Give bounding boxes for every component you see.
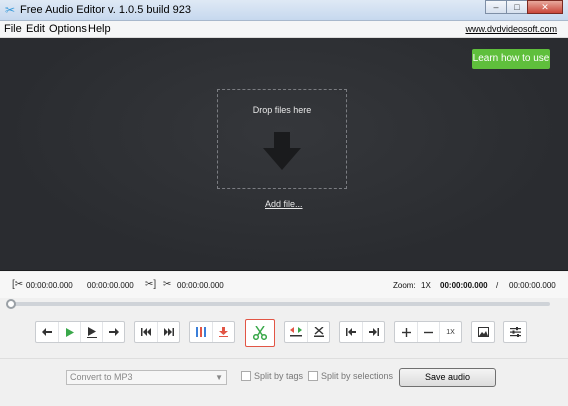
chevron-down-icon: ▼ [215, 373, 223, 382]
menu-edit[interactable]: Edit [26, 23, 45, 35]
timeline-info: [✂ 00:00:00.000 00:00:00.000 ✂] ✂ 00:00:… [0, 272, 568, 298]
current-time: 00:00:00.000 [440, 281, 488, 290]
play-selection-icon[interactable] [80, 322, 102, 342]
download-arrow-icon [263, 132, 301, 170]
play-icon[interactable] [58, 322, 80, 342]
selection-start-icon: [✂ [12, 279, 24, 290]
app-scissors-icon: ✂ [4, 3, 16, 17]
insert-silence-icon[interactable] [285, 322, 307, 342]
format-select[interactable]: Convert to MP3 ▼ [66, 370, 227, 385]
split-group [189, 321, 235, 343]
zoom-reset-icon[interactable]: 1X [439, 322, 461, 342]
skip-group [134, 321, 180, 343]
image-icon[interactable] [472, 322, 494, 342]
drop-files-text: Drop files here [252, 105, 312, 115]
checkbox-box[interactable] [308, 371, 318, 381]
playback-toolbar: 1X [0, 316, 568, 350]
window-title: Free Audio Editor v. 1.0.5 build 923 [20, 4, 192, 16]
menu-options[interactable]: Options [49, 23, 87, 35]
minimize-button[interactable]: – [485, 0, 507, 14]
delete-selection-icon[interactable] [307, 322, 329, 342]
total-time: 00:00:00.000 [509, 281, 556, 290]
cut-icon: ✂ [163, 279, 172, 290]
learn-how-to-use-button[interactable]: Learn how to use [472, 49, 550, 69]
split-by-tags-label: Split by tags [254, 371, 304, 381]
zoom-label: Zoom: [393, 281, 416, 290]
forward-icon[interactable] [102, 322, 124, 342]
split-by-tags-checkbox[interactable]: Split by tags [241, 371, 303, 381]
seek-handle[interactable] [6, 299, 16, 309]
split-by-selections-checkbox[interactable]: Split by selections [308, 371, 393, 381]
selection-end-time: 00:00:00.000 [87, 281, 134, 290]
edit-group [284, 321, 330, 343]
save-audio-button[interactable]: Save audio [399, 368, 496, 387]
settings-icon[interactable] [504, 322, 526, 342]
zoom-value: 1X [421, 281, 431, 290]
add-file-link[interactable]: Add file... [265, 199, 303, 209]
navigate-group [339, 321, 385, 343]
menu-help[interactable]: Help [88, 23, 111, 35]
format-select-value: Convert to MP3 [70, 372, 133, 382]
seek-bar[interactable] [12, 302, 550, 306]
title-bar: ✂ Free Audio Editor v. 1.0.5 build 923 –… [0, 0, 568, 21]
close-button[interactable]: ✕ [527, 0, 563, 14]
website-link[interactable]: www.dvdvideosoft.com [465, 24, 557, 34]
go-to-start-icon[interactable] [340, 322, 362, 342]
download-icon[interactable] [212, 322, 234, 342]
split-markers-icon[interactable] [190, 322, 212, 342]
cut-scissors-icon [253, 326, 267, 340]
zoom-out-icon[interactable] [417, 322, 439, 342]
playback-group [35, 321, 125, 343]
cut-button[interactable] [245, 319, 275, 347]
skip-end-icon[interactable] [157, 322, 179, 342]
maximize-button[interactable]: □ [506, 0, 528, 14]
zoom-group: 1X [394, 321, 462, 343]
settings-group [503, 321, 527, 343]
go-to-end-icon[interactable] [362, 322, 384, 342]
menu-bar: File Edit Options Help www.dvdvideosoft.… [0, 21, 568, 38]
rewind-icon[interactable] [36, 322, 58, 342]
selection-start-time: 00:00:00.000 [26, 281, 73, 290]
selection-end-icon: ✂] [145, 279, 157, 290]
menu-file[interactable]: File [4, 23, 22, 35]
window-controls: – □ ✕ [485, 0, 563, 14]
split-by-selections-label: Split by selections [321, 371, 394, 381]
checkbox-box[interactable] [241, 371, 251, 381]
drop-zone[interactable]: Drop files here [217, 89, 347, 189]
time-separator: / [496, 281, 499, 290]
cut-time: 00:00:00.000 [177, 281, 224, 290]
skip-start-icon[interactable] [135, 322, 157, 342]
zoom-in-icon[interactable] [395, 322, 417, 342]
image-group [471, 321, 495, 343]
